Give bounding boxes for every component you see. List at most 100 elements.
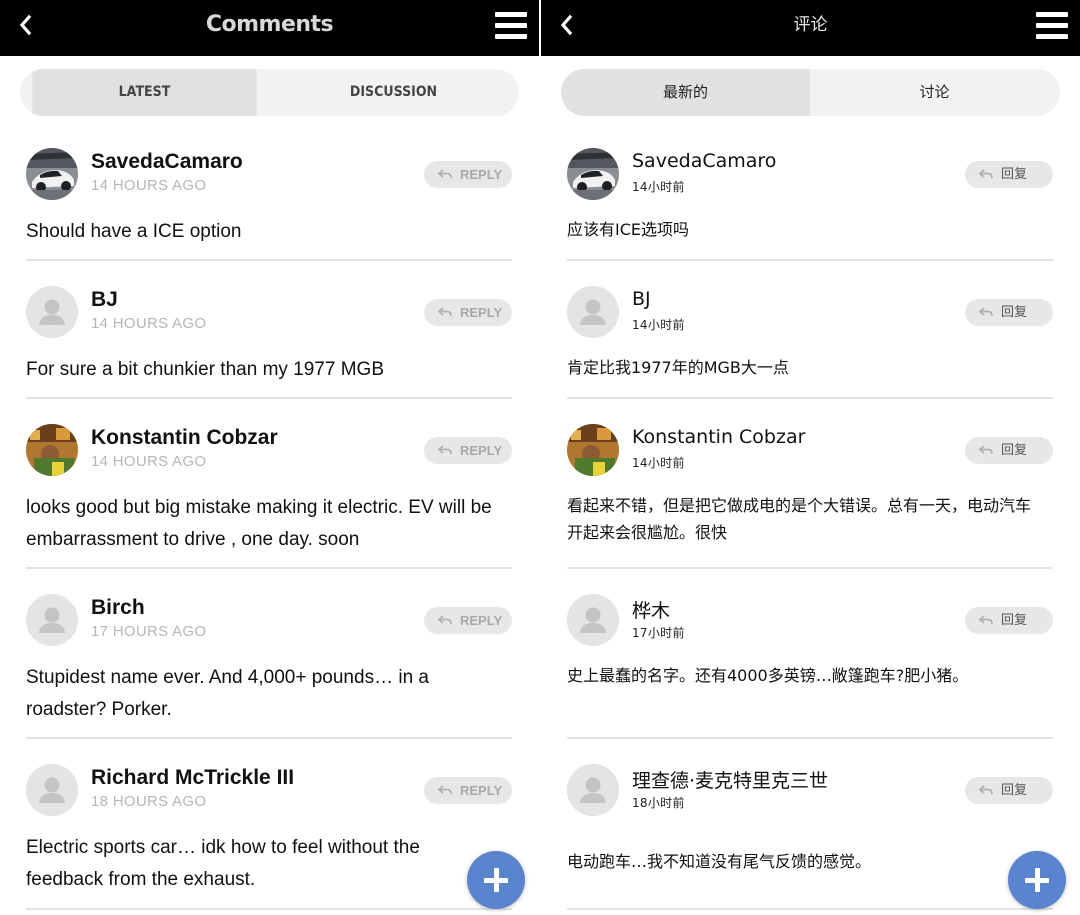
reply-arrow-icon (979, 615, 993, 625)
comment-item: Konstantin Cobzar 14小时前 回复 看起来不错，但是把它做成电… (567, 424, 1053, 569)
reply-arrow-icon (979, 785, 993, 795)
comment-text: Stupidest name ever. And 4,000+ pounds… … (26, 667, 429, 720)
comment-item: BJ 14小时前 回复 肯定比我1977年的MGB大一点 (567, 286, 1053, 399)
user-silhouette-icon (567, 286, 619, 338)
user-silhouette-icon (26, 764, 78, 816)
avatar[interactable] (26, 764, 78, 816)
photo-avatar-image (567, 424, 619, 476)
reply-label: REPLY (460, 305, 503, 320)
comment-text: For sure a bit chunkier than my 1977 MGB (26, 359, 384, 380)
reply-arrow-icon (979, 307, 993, 317)
reply-button[interactable]: 回复 (965, 161, 1053, 188)
reply-label: REPLY (460, 613, 503, 628)
comment-text: 看起来不错，但是把它做成电的是个大错误。总有一天，电动汽车开起来会很尴尬。很快 (567, 496, 1032, 542)
avatar[interactable] (567, 424, 619, 476)
comment-item: SavedaCamaro 14 HOURS AGO REPLY Should h… (26, 148, 512, 261)
reply-button[interactable]: 回复 (965, 437, 1053, 464)
reply-label: REPLY (460, 443, 503, 458)
comment-author[interactable]: 桦木 (632, 596, 670, 623)
comment-author[interactable]: BJ (632, 288, 651, 310)
reply-button[interactable]: REPLY (424, 607, 512, 634)
comment-text: 肯定比我1977年的MGB大一点 (567, 358, 789, 377)
tab-discussion[interactable]: DISCUSSION (281, 69, 506, 116)
reply-arrow-icon (438, 307, 452, 317)
reply-arrow-icon (438, 785, 452, 795)
user-silhouette-icon (26, 594, 78, 646)
reply-button[interactable]: REPLY (424, 161, 512, 188)
comment-item: Richard McTrickle III 18 HOURS AGO REPLY… (26, 764, 512, 910)
reply-button[interactable]: REPLY (424, 299, 512, 326)
avatar[interactable] (26, 594, 78, 646)
comment-time: 14 HOURS AGO (91, 453, 207, 470)
comment-author[interactable]: SavedaCamaro (91, 150, 243, 174)
add-comment-button[interactable] (467, 851, 525, 909)
comment-time: 14小时前 (632, 318, 685, 332)
tab-discussion[interactable]: 讨论 (810, 69, 1059, 116)
reply-label: 回复 (1001, 613, 1028, 628)
comment-author[interactable]: BJ (91, 288, 118, 312)
reply-arrow-icon (979, 169, 993, 179)
comments-panel-english: Comments LATEST DISCUSSION SavedaCamaro … (0, 0, 539, 915)
comment-text: looks good but big mistake making it ele… (26, 497, 492, 550)
comment-author[interactable]: Birch (91, 596, 145, 620)
comment-item: Konstantin Cobzar 14 HOURS AGO REPLY loo… (26, 424, 512, 569)
tab-latest[interactable]: 最新的 (561, 69, 810, 116)
comment-author[interactable]: 理查德·麦克特里克三世 (632, 766, 828, 793)
reply-button[interactable]: REPLY (424, 437, 512, 464)
comment-text: 应该有ICE选项吗 (567, 220, 690, 239)
comment-author[interactable]: Konstantin Cobzar (632, 426, 805, 448)
comment-time: 17 HOURS AGO (91, 623, 207, 640)
avatar[interactable] (567, 594, 619, 646)
reply-button[interactable]: 回复 (965, 777, 1053, 804)
comment-text: 电动跑车…我不知道没有尾气反馈的感觉。 (567, 852, 872, 871)
reply-button[interactable]: 回复 (965, 299, 1053, 326)
avatar[interactable] (26, 148, 78, 200)
comment-time: 18 HOURS AGO (91, 793, 207, 810)
comment-time: 17小时前 (632, 626, 685, 640)
comment-author[interactable]: Konstantin Cobzar (91, 426, 278, 450)
reply-label: 回复 (1001, 167, 1028, 182)
reply-label: REPLY (460, 783, 503, 798)
reply-button[interactable]: REPLY (424, 777, 512, 804)
comment-item: Birch 17 HOURS AGO REPLY Stupidest name … (26, 594, 512, 739)
user-silhouette-icon (567, 594, 619, 646)
add-comment-button[interactable] (1008, 851, 1066, 909)
reply-label: REPLY (460, 167, 503, 182)
top-bar: Comments (0, 0, 539, 56)
comment-time: 18小时前 (632, 796, 685, 810)
comment-item: BJ 14 HOURS AGO REPLY For sure a bit chu… (26, 286, 512, 399)
comment-text: 史上最蠢的名字。还有4000多英镑…敞篷跑车?肥小猪。 (567, 666, 969, 685)
avatar[interactable] (26, 424, 78, 476)
hamburger-menu-icon[interactable] (1036, 10, 1070, 40)
comment-author[interactable]: SavedaCamaro (632, 150, 776, 172)
tab-bar: 最新的 讨论 (561, 69, 1060, 116)
avatar[interactable] (567, 764, 619, 816)
tab-latest[interactable]: LATEST (32, 69, 257, 116)
car-avatar-image (26, 148, 78, 200)
page-title: 评论 (793, 15, 828, 35)
reply-label: 回复 (1001, 443, 1028, 458)
tab-bar: LATEST DISCUSSION (20, 69, 519, 116)
reply-arrow-icon (438, 445, 452, 455)
comment-text: Should have a ICE option (26, 221, 242, 242)
reply-button[interactable]: 回复 (965, 607, 1053, 634)
comment-text: Electric sports car… idk how to feel wit… (26, 837, 420, 890)
comment-time: 14 HOURS AGO (91, 177, 207, 194)
avatar[interactable] (567, 286, 619, 338)
comment-time: 14小时前 (632, 180, 685, 194)
reply-label: 回复 (1001, 305, 1028, 320)
comment-author[interactable]: Richard McTrickle III (91, 766, 294, 790)
hamburger-menu-icon[interactable] (495, 10, 529, 40)
reply-arrow-icon (979, 445, 993, 455)
comments-panel-chinese: 评论 最新的 讨论 SavedaCamaro 14小时前 回复 应该有ICE选项… (541, 0, 1080, 915)
screen: Comments LATEST DISCUSSION SavedaCamaro … (0, 0, 1080, 915)
reply-label: 回复 (1001, 783, 1028, 798)
photo-avatar-image (26, 424, 78, 476)
top-bar: 评论 (541, 0, 1080, 56)
user-silhouette-icon (26, 286, 78, 338)
avatar[interactable] (567, 148, 619, 200)
avatar[interactable] (26, 286, 78, 338)
car-avatar-image (567, 148, 619, 200)
comment-item: 桦木 17小时前 回复 史上最蠢的名字。还有4000多英镑…敞篷跑车?肥小猪。 (567, 594, 1053, 739)
comment-time: 14小时前 (632, 456, 685, 470)
